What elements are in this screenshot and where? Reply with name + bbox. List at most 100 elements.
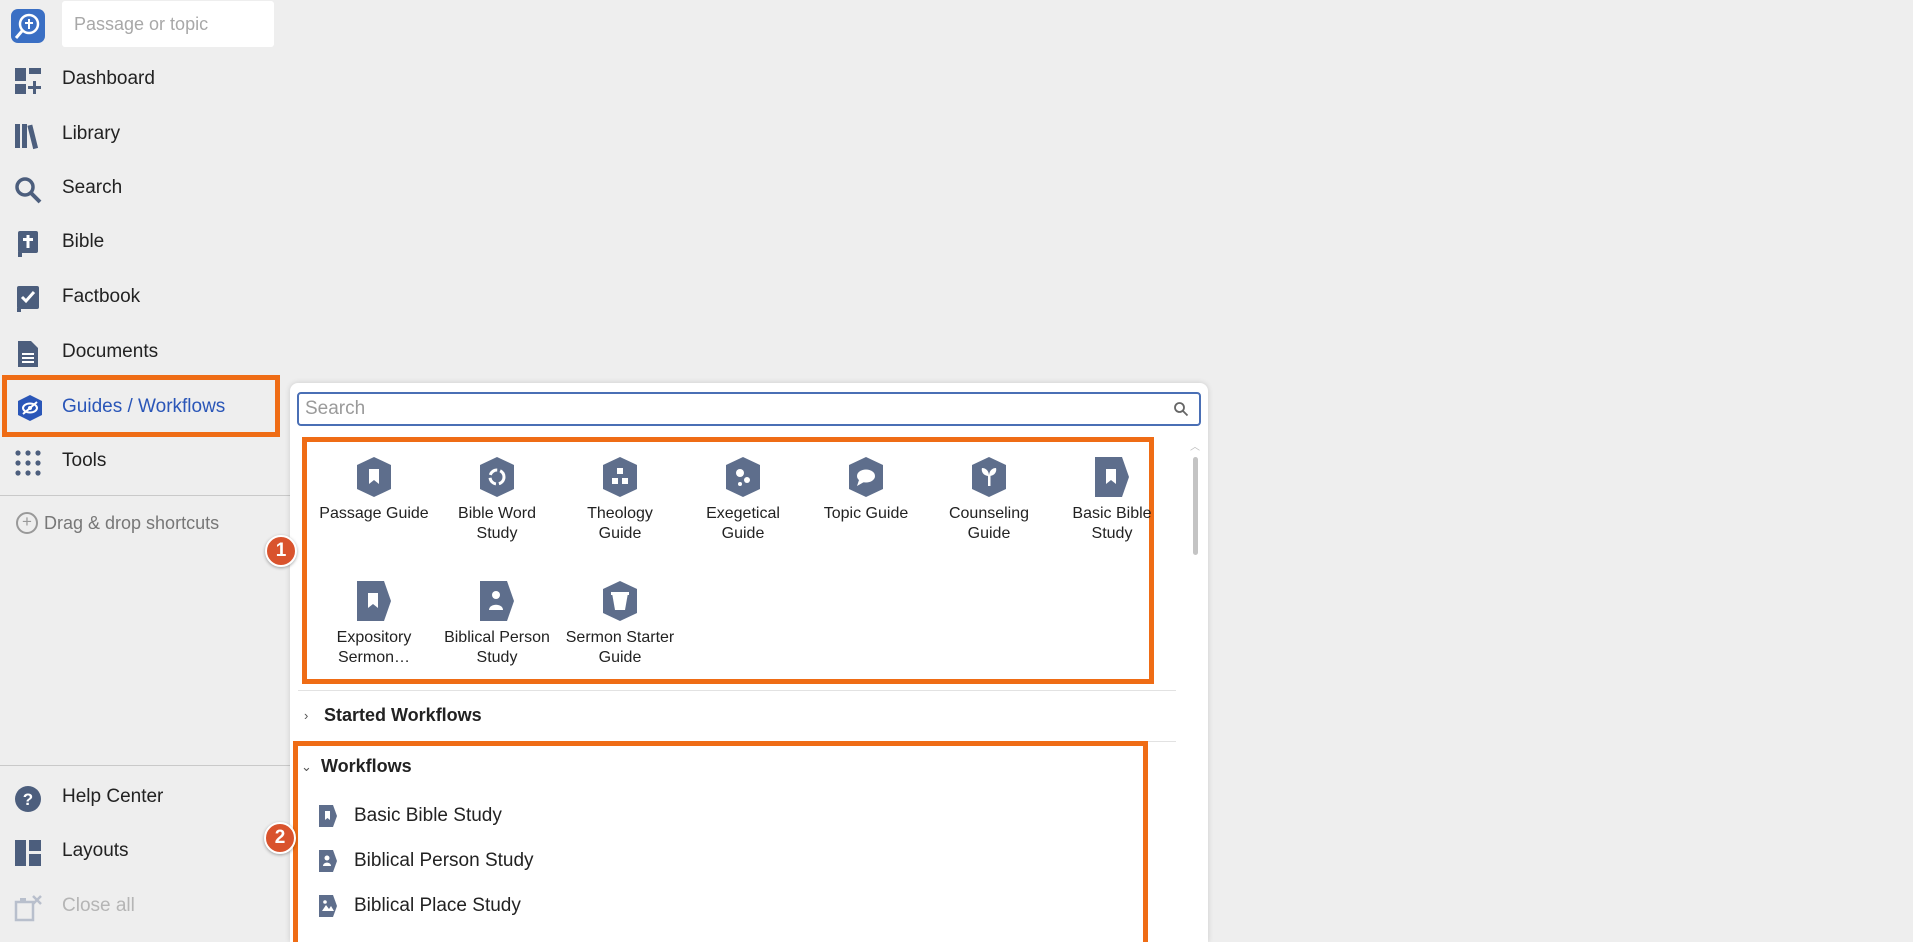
library-icon — [14, 122, 42, 150]
guide-label: Basic Bible Study — [1072, 505, 1152, 542]
nav-search[interactable]: Search — [0, 164, 290, 214]
drag-drop-label: Drag & drop shortcuts — [44, 512, 220, 533]
documents-icon — [14, 340, 42, 368]
person-icon — [479, 580, 515, 622]
nav-factbook-label: Factbook — [62, 286, 141, 307]
guide-bible-word-study[interactable]: Bible Word Study — [442, 456, 552, 544]
guides-highlight-box: Passage Guide Bible Word Study Theology … — [302, 437, 1154, 684]
workflows-label: Workflows — [321, 756, 412, 776]
top-bar — [0, 0, 290, 50]
guides-workflows-panel: Passage Guide Bible Word Study Theology … — [290, 383, 1208, 942]
panel-scrollbar[interactable]: ︿ — [1190, 443, 1200, 942]
workflow-label: Biblical Place Study — [354, 895, 521, 916]
image-icon — [318, 894, 338, 918]
nav-guides-workflows[interactable]: Guides / Workflows — [2, 375, 280, 437]
nav-library-label: Library — [62, 123, 121, 144]
nav-help-label: Help Center — [62, 786, 164, 807]
nav-documents-label: Documents — [62, 341, 159, 362]
search-icon[interactable] — [1173, 401, 1189, 417]
nav-documents[interactable]: Documents — [0, 328, 290, 378]
workflows-highlight-box: ⌄ Workflows Basic Bible Study Biblical P… — [293, 741, 1148, 942]
passage-search-input[interactable] — [62, 1, 274, 47]
guide-label: Passage Guide — [319, 505, 429, 522]
chevron-down-icon: ⌄ — [301, 758, 312, 774]
bookmark-icon — [1094, 456, 1130, 498]
workflow-label: Biblical Person Study — [354, 850, 534, 871]
sidebar: Dashboard Library Search Bible Factbook … — [0, 0, 290, 942]
section-divider — [298, 690, 1176, 691]
guide-label: Bible Word Study — [458, 505, 536, 542]
chevron-right-icon: › — [304, 708, 309, 723]
person-icon — [318, 849, 338, 873]
nav-dashboard-label: Dashboard — [62, 68, 155, 89]
dashboard-icon — [14, 67, 42, 95]
guide-basic-bible-study[interactable]: Basic Bible Study — [1057, 456, 1167, 544]
nav-close-all-label: Close all — [62, 895, 135, 916]
sidebar-bottom-divider — [0, 765, 290, 766]
workflow-label: Basic Bible Study — [354, 805, 502, 826]
bookmark-icon — [356, 456, 392, 498]
close-all-icon — [14, 894, 42, 922]
guides-icon — [16, 394, 44, 422]
panel-search-input[interactable] — [305, 397, 1165, 421]
word-study-icon — [479, 456, 515, 498]
nav-bible-label: Bible — [62, 231, 105, 252]
guide-label: Exegetical Guide — [706, 505, 780, 542]
nav-library[interactable]: Library — [0, 110, 290, 160]
scrollbar-thumb[interactable] — [1193, 457, 1198, 555]
callout-badge-2: 2 — [264, 822, 296, 854]
nav-tools[interactable]: Tools — [0, 437, 290, 487]
workflow-basic-bible-study[interactable]: Basic Bible Study — [318, 804, 502, 828]
sidebar-divider — [0, 495, 290, 496]
guide-biblical-person-study[interactable]: Biblical Person Study — [442, 580, 552, 668]
nav-layouts[interactable]: Layouts — [0, 827, 290, 877]
guide-label: Counseling Guide — [948, 505, 1030, 542]
drag-drop-shortcuts[interactable]: + Drag & drop shortcuts — [16, 512, 219, 534]
guide-passage[interactable]: Passage Guide — [319, 456, 429, 524]
chevron-up-icon[interactable]: ︿ — [1190, 443, 1200, 453]
pulpit-icon — [602, 580, 638, 622]
search-icon — [14, 176, 42, 204]
nav-tools-label: Tools — [62, 450, 107, 471]
guide-theology[interactable]: Theology Guide — [565, 456, 675, 544]
guide-label: Expository Sermon… — [336, 629, 412, 666]
layouts-icon — [14, 839, 42, 867]
guide-label: Topic Guide — [823, 505, 909, 522]
nav-guides-label: Guides / Workflows — [62, 396, 226, 417]
app-logo-icon[interactable] — [11, 9, 45, 43]
theology-icon — [602, 456, 638, 498]
workflow-biblical-place-study[interactable]: Biblical Place Study — [318, 894, 521, 918]
bookmark-icon — [318, 804, 338, 828]
started-workflows-label: Started Workflows — [324, 705, 482, 725]
nav-factbook[interactable]: Factbook — [0, 273, 290, 323]
guide-sermon-starter[interactable]: Sermon Starter Guide — [565, 580, 675, 668]
panel-search-box — [297, 392, 1201, 426]
guide-label: Biblical Person Study — [444, 629, 550, 666]
sprout-icon — [971, 456, 1007, 498]
bible-icon — [14, 230, 42, 258]
workflows-toggle[interactable]: ⌄ Workflows — [301, 756, 412, 777]
exegetical-icon — [725, 456, 761, 498]
speech-bubble-icon — [848, 456, 884, 498]
nav-bible[interactable]: Bible — [0, 218, 290, 268]
started-workflows-toggle[interactable]: › Started Workflows — [304, 705, 482, 726]
guide-exegetical[interactable]: Exegetical Guide — [688, 456, 798, 544]
guide-expository-sermon[interactable]: Expository Sermon… — [319, 580, 429, 668]
plus-circle-icon: + — [16, 512, 38, 534]
help-icon: ? — [14, 785, 42, 813]
workflow-biblical-person-study[interactable]: Biblical Person Study — [318, 849, 534, 873]
factbook-icon — [14, 285, 42, 313]
nav-search-label: Search — [62, 177, 123, 198]
nav-close-all[interactable]: Close all — [0, 882, 290, 932]
guide-label: Theology Guide — [587, 505, 653, 542]
guide-label: Sermon Starter Guide — [565, 629, 675, 666]
tools-grid-icon — [14, 449, 42, 477]
guide-counseling[interactable]: Counseling Guide — [934, 456, 1044, 544]
nav-dashboard[interactable]: Dashboard — [0, 55, 290, 105]
svg-text:?: ? — [23, 790, 33, 809]
nav-help-center[interactable]: ? Help Center — [0, 773, 290, 823]
callout-badge-1: 1 — [265, 535, 297, 567]
bookmark-icon — [356, 580, 392, 622]
guide-topic[interactable]: Topic Guide — [811, 456, 921, 524]
nav-layouts-label: Layouts — [62, 840, 129, 861]
